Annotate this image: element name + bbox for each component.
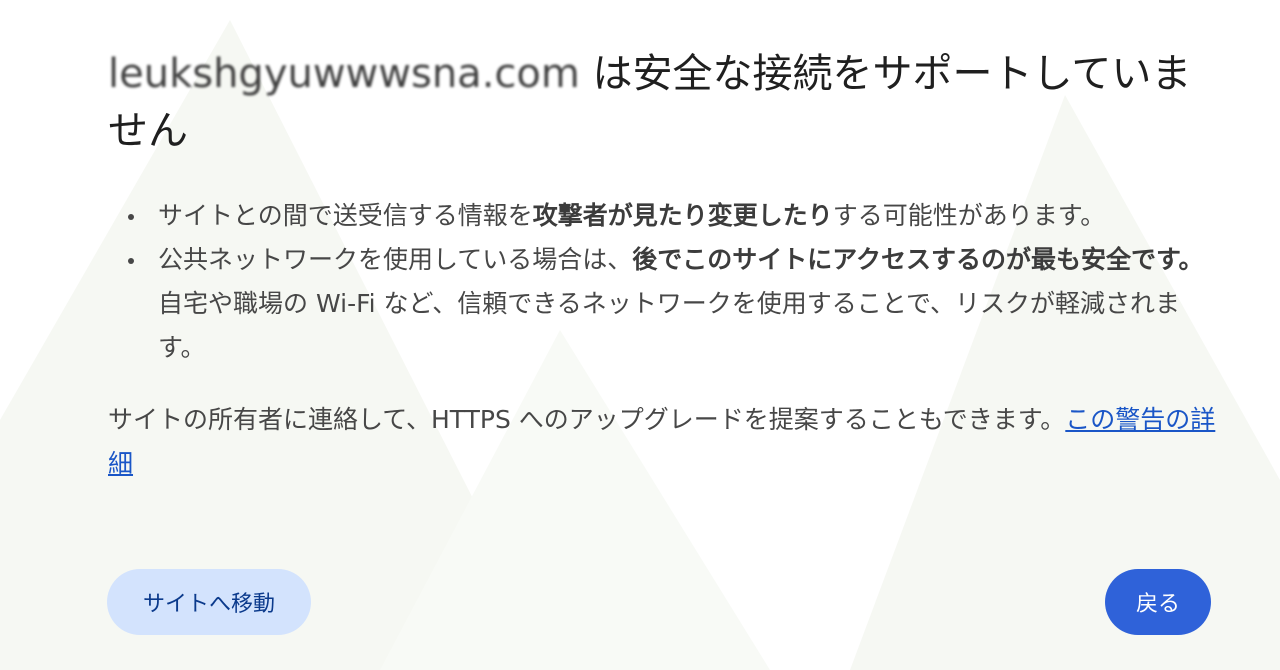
list-item-text: 公共ネットワークを使用している場合は、 bbox=[158, 245, 633, 274]
proceed-to-site-button[interactable]: サイトへ移動 bbox=[107, 569, 311, 635]
warning-details-list: サイトとの間で送受信する情報を攻撃者が見たり変更したりする可能性があります。 公… bbox=[108, 194, 1218, 370]
bullet-icon bbox=[128, 258, 134, 264]
list-item-text: サイトとの間で送受信する情報を bbox=[158, 201, 533, 230]
list-item: 公共ネットワークを使用している場合は、後でこのサイトにアクセスするのが最も安全で… bbox=[108, 238, 1218, 370]
blurred-domain: leukshgyuwwwsna.com bbox=[108, 51, 580, 97]
help-paragraph: サイトの所有者に連絡して、HTTPS へのアップグレードを提案することもできます… bbox=[108, 398, 1218, 486]
list-item: サイトとの間で送受信する情報を攻撃者が見たり変更したりする可能性があります。 bbox=[108, 194, 1218, 238]
back-button[interactable]: 戻る bbox=[1105, 569, 1211, 635]
list-item-text: 自宅や職場の Wi-Fi など、信頼できるネットワークを使用することで、リスクが… bbox=[158, 289, 1181, 362]
list-item-emphasis: 攻撃者が見たり変更したり bbox=[532, 201, 833, 230]
help-text: サイトの所有者に連絡して、HTTPS へのアップグレードを提案することもできます… bbox=[108, 405, 1066, 434]
interstitial-content: leukshgyuwwwsna.com は安全な接続をサポートしていません サイ… bbox=[108, 46, 1218, 486]
list-item-emphasis: 後でこのサイトにアクセスするのが最も安全です。 bbox=[632, 245, 1204, 274]
list-item-text: する可能性があります。 bbox=[832, 201, 1106, 230]
page-title: leukshgyuwwwsna.com は安全な接続をサポートしていません bbox=[108, 46, 1218, 160]
bullet-icon bbox=[128, 214, 134, 220]
